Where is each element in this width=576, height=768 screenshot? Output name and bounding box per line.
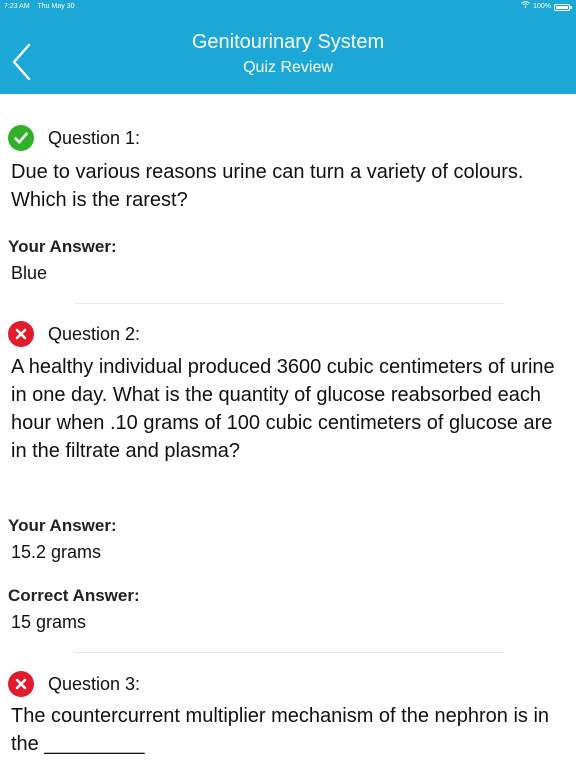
battery-icon (554, 3, 572, 11)
question-3-label: Question 3: (48, 673, 141, 694)
question-2-correct-answer: 15 grams (11, 612, 87, 632)
question-2-header: Question 2: (8, 321, 140, 347)
status-right: 100% (521, 0, 572, 14)
question-1-header: Question 1: (8, 125, 140, 151)
x-mark-icon (8, 321, 34, 347)
quiz-review-list[interactable]: Question 1: Due to various reasons urine… (0, 94, 576, 768)
checkmark-icon (8, 125, 34, 151)
question-2-text: A healthy individual produced 3600 cubic… (11, 356, 555, 462)
divider (74, 303, 504, 304)
wifi-icon (521, 0, 530, 14)
status-left: 7:23 AM Thu May 30 (4, 0, 80, 14)
divider (74, 652, 504, 653)
question-2-label: Question 2: (48, 323, 141, 344)
nav-bar: Genitourinary System Quiz Review (0, 14, 576, 94)
battery-percentage: 100% (533, 3, 551, 10)
question-1-your-answer: Blue (11, 263, 48, 283)
question-1-your-answer-label: Your Answer: (8, 237, 117, 256)
page-title: Genitourinary System (191, 31, 385, 53)
question-2-your-answer: 15.2 grams (11, 542, 102, 562)
x-mark-icon (8, 671, 34, 697)
question-3-text: The countercurrent multiplier mechanism … (11, 705, 550, 755)
question-2-correct-answer-label: Correct Answer: (8, 586, 140, 605)
question-2-your-answer-label: Your Answer: (8, 516, 117, 535)
page-subtitle: Quiz Review (243, 59, 333, 76)
status-time: 7:23 AM (4, 3, 30, 10)
question-3-header: Question 3: (8, 671, 140, 697)
question-1-text: Due to various reasons urine can turn a … (11, 161, 524, 211)
question-1-label: Question 1: (48, 127, 141, 148)
status-bar: 7:23 AM Thu May 30 100% (0, 0, 576, 14)
status-date: Thu May 30 (37, 3, 75, 10)
